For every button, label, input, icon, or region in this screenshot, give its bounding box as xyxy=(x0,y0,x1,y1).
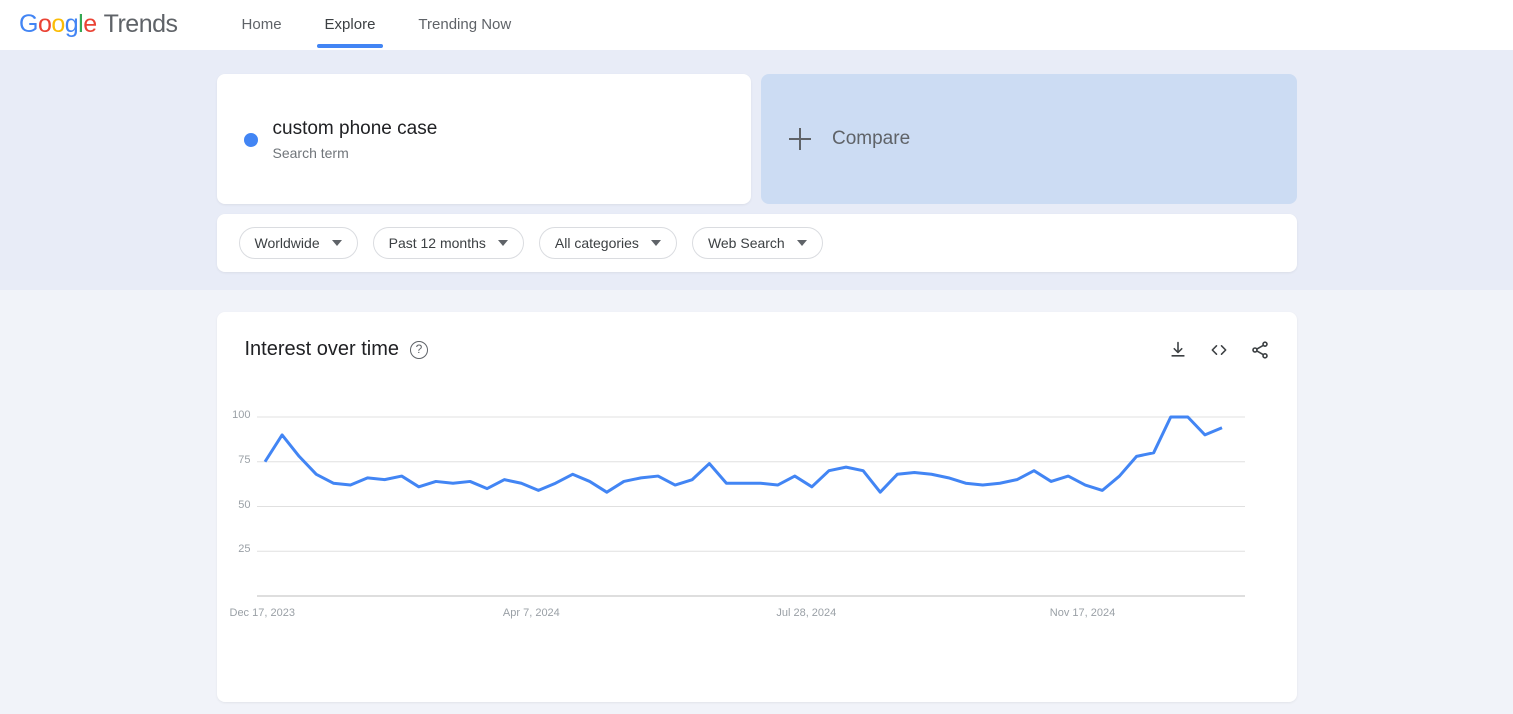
chart-plot-area: 100 75 50 25 Dec 17, 2023 Apr 7, 2024 Jul 28,… xyxy=(217,408,1297,668)
logo-letter-o2: o xyxy=(51,10,65,38)
chart-header: Interest over time ? xyxy=(217,312,1297,361)
compare-label: Compare xyxy=(832,128,911,149)
chevron-down-icon xyxy=(650,240,661,246)
nav-item-explore[interactable]: Explore xyxy=(315,0,386,50)
download-icon[interactable] xyxy=(1168,340,1188,360)
filter-location[interactable]: Worldwide xyxy=(238,227,358,259)
chevron-down-icon xyxy=(796,240,807,246)
interest-over-time-card: Interest over time ? 100 75 50 25 Dec 17… xyxy=(216,312,1297,702)
query-band: custom phone case Search term Compare Wo… xyxy=(0,50,1513,290)
chevron-down-icon xyxy=(331,240,342,246)
chevron-down-icon xyxy=(497,240,508,246)
google-trends-logo[interactable]: Google Trends xyxy=(19,10,178,39)
x-axis-tick-3: Nov 17, 2024 xyxy=(1049,607,1116,619)
filter-category[interactable]: All categories xyxy=(538,227,677,259)
series-color-dot xyxy=(243,133,258,147)
results-band: Interest over time ? 100 75 50 25 Dec 17… xyxy=(0,290,1513,714)
filter-location-label: Worldwide xyxy=(254,235,320,251)
nav-item-home[interactable]: Home xyxy=(232,0,292,50)
plus-icon xyxy=(789,128,811,150)
y-axis-tick-25: 25 xyxy=(238,543,251,556)
filter-search-type-label: Web Search xyxy=(707,235,785,251)
embed-code-icon[interactable] xyxy=(1208,340,1230,360)
x-axis-tick-0: Dec 17, 2023 xyxy=(229,607,295,619)
nav-links: Home Explore Trending Now xyxy=(232,0,545,50)
logo-trends-word: Trends xyxy=(103,10,178,38)
chart-action-icons xyxy=(1168,340,1270,360)
top-navigation-bar: Google Trends Home Explore Trending Now xyxy=(0,0,1513,50)
logo-letter-e: e xyxy=(83,10,97,38)
filter-time-range-label: Past 12 months xyxy=(388,235,486,251)
search-term-type: Search term xyxy=(272,145,349,161)
logo-letter-g2: g xyxy=(64,10,79,38)
y-axis-tick-75: 75 xyxy=(238,453,251,466)
search-terms-row: custom phone case Search term Compare xyxy=(216,74,1297,204)
x-axis-tick-2: Jul 28, 2024 xyxy=(776,607,837,619)
compare-card[interactable]: Compare xyxy=(761,74,1297,204)
logo-letter-g: G xyxy=(19,10,38,38)
filter-time-range[interactable]: Past 12 months xyxy=(372,227,524,259)
search-term-text: custom phone case xyxy=(272,118,438,139)
chart-title: Interest over time xyxy=(244,338,400,360)
filter-search-type[interactable]: Web Search xyxy=(691,227,823,259)
nav-item-trending-now[interactable]: Trending Now xyxy=(408,0,521,50)
help-icon[interactable]: ? xyxy=(410,340,429,359)
logo-letter-o1: o xyxy=(37,10,52,38)
x-axis-tick-1: Apr 7, 2024 xyxy=(502,607,560,619)
y-axis-tick-100: 100 xyxy=(232,409,251,421)
filter-bar: Worldwide Past 12 months All categories … xyxy=(216,214,1297,272)
y-axis-tick-50: 50 xyxy=(238,498,251,511)
share-icon[interactable] xyxy=(1250,340,1270,360)
filter-category-label: All categories xyxy=(554,235,639,251)
search-term-card[interactable]: custom phone case Search term xyxy=(216,74,751,204)
interest-over-time-chart[interactable] xyxy=(217,408,1297,668)
